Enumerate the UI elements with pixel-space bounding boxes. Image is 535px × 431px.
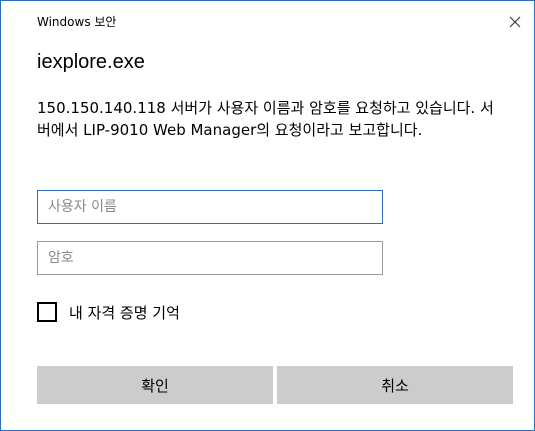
remember-credentials[interactable]: 내 자격 증명 기억 [37, 301, 180, 323]
ok-button[interactable]: 확인 [37, 366, 273, 404]
security-dialog: Windows 보안 iexplore.exe 150.150.140.118 … [0, 0, 535, 431]
message-text: 150.150.140.118 서버가 사용자 이름과 암호를 요청하고 있습니… [37, 99, 494, 139]
close-button[interactable] [504, 11, 526, 33]
remember-label: 내 자격 증명 기억 [69, 303, 180, 322]
remember-checkbox[interactable] [37, 302, 57, 322]
app-name: iexplore.exe [37, 51, 145, 73]
close-icon [509, 16, 521, 28]
username-input[interactable] [37, 190, 383, 224]
password-input[interactable] [37, 241, 383, 275]
window-title: Windows 보안 [37, 15, 117, 29]
cancel-button[interactable]: 취소 [277, 366, 513, 404]
title-bar: Windows 보안 [1, 1, 534, 45]
